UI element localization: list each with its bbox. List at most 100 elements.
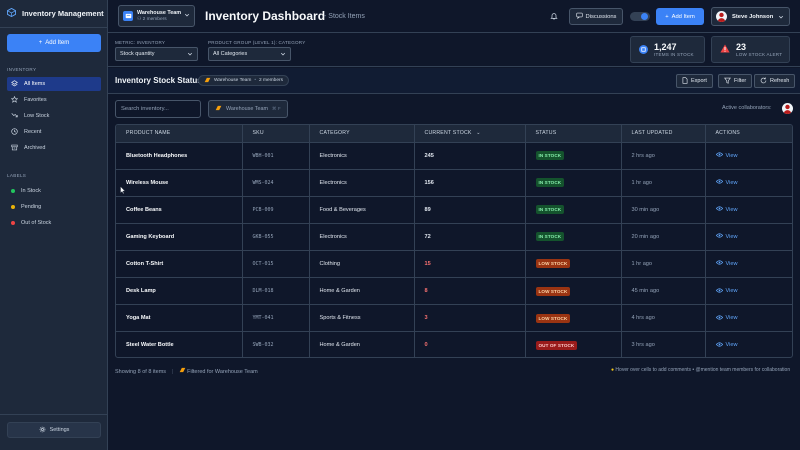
export-button[interactable]: Export	[676, 74, 713, 88]
column-header-sku[interactable]: SKU	[242, 125, 310, 143]
cell-actions: View	[705, 332, 792, 357]
sidebar-item-favorites[interactable]: Favorites	[7, 93, 101, 107]
search-placeholder: Search inventory...	[121, 106, 169, 112]
stat-in-stock-value: 1,247	[654, 41, 677, 52]
cell-status: LOW STOCK	[525, 250, 622, 278]
chevron-down-icon	[778, 14, 784, 22]
footer-separator: |	[171, 369, 174, 375]
showing-count: Showing 8 of 8 items	[115, 369, 167, 375]
column-header-status[interactable]: STATUS	[525, 125, 622, 143]
cell-current-stock: 0	[414, 331, 526, 357]
discussions-button[interactable]: Discussions	[569, 8, 623, 25]
eye-icon	[715, 206, 723, 213]
collaborator-avatar[interactable]	[782, 103, 793, 114]
cell-current-stock: 156	[414, 169, 526, 197]
table-row[interactable]: Cotton T-Shirt OCT-015 Clothing 15 LOW STOCK…	[116, 250, 792, 278]
metric-label: METRIC: INVENTORY	[115, 40, 166, 45]
avatar	[716, 11, 727, 22]
page-title: Inventory Dashboard	[205, 9, 326, 23]
filter-label: Filter	[734, 78, 747, 84]
plus-icon: +	[38, 40, 43, 46]
column-header-current-stock[interactable]: CURRENT STOCK ⌄	[414, 125, 526, 143]
keyboard-shortcut: ⌘ F	[271, 106, 281, 111]
filter-chip-label: Warehouse Team	[226, 106, 268, 112]
view-button[interactable]: View	[715, 342, 738, 349]
cell-category: Sports & Fitness	[309, 304, 415, 333]
box-icon	[639, 45, 648, 54]
theme-toggle[interactable]	[630, 12, 650, 21]
collaborators-label: Active collaborators:	[722, 105, 772, 111]
sidebar-item-label: All Items	[24, 81, 46, 87]
table-row[interactable]: Coffee Beans PCB-009 Food & Beverages 89 IN …	[116, 196, 792, 224]
search-input[interactable]: Search inventory...	[115, 100, 201, 118]
eye-icon	[715, 233, 723, 240]
table-header-row: PRODUCT NAME SKU CATEGORY CURRENT STOCK …	[116, 125, 792, 143]
view-button[interactable]: View	[715, 179, 738, 186]
team-filter-chip[interactable]: Warehouse Team ⌘ F	[208, 100, 288, 118]
table-row[interactable]: Gaming Keyboard GKB-055 Electronics 72 IN ST…	[116, 223, 792, 251]
stat-card-low-stock: 23 LOW STOCK ALERT	[711, 36, 790, 63]
cell-last-updated: 20 min ago	[621, 223, 706, 251]
sidebar-label-pending[interactable]: Pending	[7, 200, 101, 214]
view-button[interactable]: View	[715, 260, 738, 267]
header-add-item-button[interactable]: + Add Item	[656, 8, 704, 25]
cell-status: OUT OF STOCK	[525, 331, 622, 357]
sidebar-label-in-stock[interactable]: In Stock	[7, 184, 101, 198]
cell-last-updated: 4 hrs ago	[621, 304, 706, 333]
eye-icon	[715, 315, 723, 322]
sidebar-item-archived[interactable]: Archived	[7, 141, 101, 155]
hint-text: Hover over cells to add comments • @ment…	[615, 367, 791, 373]
file-icon	[682, 76, 688, 86]
list-title: Inventory Stock Status	[115, 76, 202, 85]
sidebar-label-out-of-stock[interactable]: Out of Stock	[7, 216, 101, 230]
team-switcher[interactable]: Warehouse Team ⚇ 2 members	[118, 5, 195, 27]
cell-actions: View	[705, 169, 792, 197]
sidebar-divider	[0, 414, 108, 415]
column-header-category[interactable]: CATEGORY	[309, 125, 415, 143]
top-bar: Warehouse Team ⚇ 2 members Inventory Das…	[108, 0, 800, 33]
user-menu[interactable]: Steve Johnson	[711, 7, 790, 26]
pill-separator: •	[254, 78, 257, 83]
bell-icon[interactable]	[550, 12, 558, 22]
view-button[interactable]: View	[715, 287, 738, 295]
group-select[interactable]: All Categories	[208, 47, 291, 61]
sidebar-item-all-items[interactable]: All Items	[7, 77, 101, 91]
column-header-product-name[interactable]: PRODUCT NAME	[116, 125, 243, 143]
cell-product-name: Yoga Mat	[116, 304, 243, 333]
cell-status: IN STOCK	[525, 196, 622, 224]
table-row[interactable]: Steel Water Bottle SWB-032 Home & Garden 0 O…	[116, 331, 792, 357]
team-members: ⚇ 2 members	[137, 16, 167, 22]
clock-icon	[11, 127, 18, 137]
list-header: Inventory Stock Status Warehouse Team • …	[108, 68, 800, 94]
sidebar-add-item-button[interactable]: + Add Item	[7, 34, 101, 52]
column-header-last-updated[interactable]: LAST UPDATED	[621, 125, 706, 143]
view-button[interactable]: View	[715, 152, 738, 159]
filter-button[interactable]: Filter	[718, 74, 753, 88]
cell-status: LOW STOCK	[525, 304, 622, 333]
sidebar-item-low-stock[interactable]: Low Stock	[7, 109, 101, 123]
app-title: Inventory Management	[22, 9, 104, 18]
table-row[interactable]: Bluetooth Headphones WBH-001 Electronics 24…	[116, 142, 792, 170]
sidebar-item-recent[interactable]: Recent	[7, 125, 101, 139]
view-button[interactable]: View	[715, 315, 738, 322]
table-row[interactable]: Wireless Mouse WMS-024 Electronics 156 IN ST…	[116, 169, 792, 197]
cell-product-name: Cotton T-Shirt	[116, 250, 243, 278]
view-button[interactable]: View	[715, 233, 738, 240]
cell-product-name: Steel Water Bottle	[116, 331, 243, 357]
export-label: Export	[691, 78, 707, 84]
sidebar-add-item-label: Add Item	[45, 40, 70, 46]
table-row[interactable]: Desk Lamp DLM-018 Home & Garden 8 LOW STOCK 4…	[116, 277, 792, 306]
table-row[interactable]: Yoga Mat YMT-041 Sports & Fitness 3 LOW STOC…	[116, 304, 792, 333]
team-icon	[215, 105, 222, 113]
settings-button[interactable]: Settings	[7, 422, 101, 438]
view-label: View	[725, 206, 738, 213]
view-button[interactable]: View	[715, 206, 738, 213]
cell-category: Home & Garden	[309, 331, 415, 357]
sidebar-item-label: Recent	[24, 129, 42, 135]
cell-sku: OCT-015	[242, 250, 310, 278]
metric-select[interactable]: Stock quantity	[115, 47, 198, 61]
cell-actions: View	[705, 223, 792, 251]
chevron-down-icon	[187, 51, 193, 59]
refresh-button[interactable]: Refresh	[754, 74, 796, 88]
team-pill[interactable]: Warehouse Team • 2 members	[198, 75, 290, 86]
